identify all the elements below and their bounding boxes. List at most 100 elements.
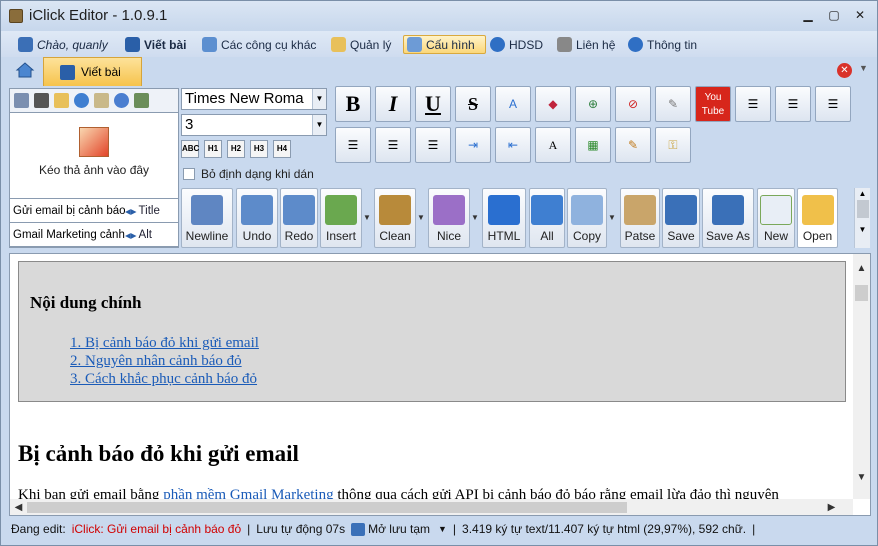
- toolbar-scrollbar[interactable]: ▲ ▼: [854, 188, 870, 248]
- font-color-icon[interactable]: A: [495, 86, 531, 122]
- chevron-down-icon[interactable]: ▼: [470, 188, 480, 248]
- clock-icon[interactable]: [74, 93, 89, 108]
- save-as-button[interactable]: Save As: [702, 188, 754, 248]
- chevron-down-icon[interactable]: ▼: [607, 188, 617, 248]
- paste-plain-checkbox[interactable]: Bỏ định dạng khi dán: [183, 167, 314, 181]
- camera-icon[interactable]: [34, 93, 49, 108]
- underline-button[interactable]: U: [415, 86, 451, 122]
- h4-button[interactable]: H4: [273, 140, 291, 158]
- scroll-thumb[interactable]: [855, 285, 868, 301]
- copy-button[interactable]: Copy: [567, 188, 607, 248]
- bold-button[interactable]: B: [335, 86, 371, 122]
- vertical-scrollbar[interactable]: ▲ ▼: [853, 254, 870, 499]
- toc-item[interactable]: 3. Cách khắc phục cảnh báo đỏ: [70, 370, 259, 388]
- menu-config[interactable]: Cấu hình: [403, 35, 486, 54]
- link-icon[interactable]: ⊕: [575, 86, 611, 122]
- h2-button[interactable]: H2: [227, 140, 245, 158]
- font-size-select[interactable]: 3 ▼: [181, 114, 327, 136]
- image-alt-input[interactable]: Gmail Marketing cảnh: [13, 229, 125, 241]
- chevron-down-icon[interactable]: ▼: [312, 89, 326, 109]
- edit-form-icon[interactable]: ✎: [615, 127, 651, 163]
- menu-viet-bai[interactable]: Viết bài: [122, 35, 189, 54]
- chevron-down-icon[interactable]: ▼: [438, 524, 447, 534]
- strike-button[interactable]: S: [455, 86, 491, 122]
- menu-help[interactable]: HDSD: [487, 35, 546, 54]
- text-size-icon[interactable]: A: [535, 127, 571, 163]
- italic-button[interactable]: I: [375, 86, 411, 122]
- chevron-down-icon[interactable]: ▼: [362, 188, 372, 248]
- chevron-down-icon[interactable]: ▼: [853, 469, 870, 486]
- image-title-input[interactable]: Gửi email bị cảnh báo: [13, 205, 125, 217]
- toc-item[interactable]: 2. Nguyên nhân cảnh báo đỏ: [70, 352, 259, 370]
- align-right-icon[interactable]: ☰: [335, 127, 371, 163]
- title-button[interactable]: ◂▸ Title: [125, 204, 160, 218]
- h3-button[interactable]: H3: [250, 140, 268, 158]
- redo-button[interactable]: Redo: [280, 188, 318, 248]
- newline-button[interactable]: Newline: [181, 188, 233, 248]
- scroll-thumb[interactable]: [27, 502, 627, 513]
- unlink-icon[interactable]: ⊘: [615, 86, 651, 122]
- menu-contact[interactable]: Liên hệ: [554, 35, 618, 54]
- chevron-left-icon[interactable]: ◀: [10, 499, 27, 515]
- status-save-mode[interactable]: Mở lưu tạm: [368, 522, 430, 536]
- html-button[interactable]: HTML: [482, 188, 526, 248]
- font-select[interactable]: Times New Roma ▼: [181, 88, 327, 110]
- undo-button[interactable]: Undo: [236, 188, 278, 248]
- editor[interactable]: Nội dung chính 1. Bị cảnh báo đỏ khi gửi…: [9, 253, 871, 516]
- article-link[interactable]: phần mềm Gmail Marketing: [163, 487, 333, 499]
- menu-tools[interactable]: Các công cụ khác: [199, 35, 319, 54]
- justify-icon[interactable]: ☰: [375, 127, 411, 163]
- fill-color-icon[interactable]: ◆: [535, 86, 571, 122]
- menu-user[interactable]: Chào, quanly: [15, 35, 111, 54]
- chevron-down-icon[interactable]: ▼: [859, 63, 868, 73]
- tab-viet-bai[interactable]: Viết bài: [43, 57, 142, 86]
- image-icon[interactable]: [134, 93, 149, 108]
- outdent-icon[interactable]: ⇤: [495, 127, 531, 163]
- clean-button[interactable]: Clean: [374, 188, 416, 248]
- editor-content[interactable]: Nội dung chính 1. Bị cảnh báo đỏ khi gửi…: [10, 254, 853, 499]
- minimize-icon[interactable]: ▁: [801, 9, 815, 21]
- clipboard-icon[interactable]: [94, 93, 109, 108]
- menu-info[interactable]: Thông tin: [625, 35, 700, 54]
- close-tab-icon[interactable]: ✕: [837, 63, 852, 78]
- select-all-button[interactable]: All: [529, 188, 565, 248]
- chevron-up-icon[interactable]: ▲: [855, 188, 870, 200]
- key-icon[interactable]: ⚿: [655, 127, 691, 163]
- youtube-icon[interactable]: You Tube: [695, 86, 731, 122]
- chevron-down-icon[interactable]: ▼: [855, 218, 870, 242]
- insert-table-icon[interactable]: ▦: [575, 127, 611, 163]
- folder-icon[interactable]: [54, 93, 69, 108]
- unordered-list-icon[interactable]: ☰: [775, 86, 811, 122]
- nice-button[interactable]: Nice: [428, 188, 470, 248]
- image-dropzone[interactable]: Kéo thả ảnh vào đây: [10, 113, 178, 199]
- image-list-icon[interactable]: [14, 93, 29, 108]
- eraser-icon[interactable]: ✎: [655, 86, 691, 122]
- indent-icon[interactable]: ⇥: [455, 127, 491, 163]
- maximize-icon[interactable]: ▢: [827, 9, 841, 21]
- align-center-icon[interactable]: ☰: [415, 127, 451, 163]
- scroll-thumb[interactable]: [856, 200, 869, 218]
- chevron-down-icon[interactable]: ▼: [312, 115, 326, 135]
- chevron-right-icon[interactable]: ▶: [823, 499, 840, 515]
- open-button[interactable]: Open: [797, 188, 838, 248]
- alt-button[interactable]: ◂▸ Alt: [125, 228, 152, 242]
- toc-item[interactable]: 1. Bị cảnh báo đỏ khi gửi email: [70, 334, 259, 352]
- chevron-down-icon[interactable]: ▼: [416, 188, 426, 248]
- paste-button[interactable]: Patse: [620, 188, 660, 248]
- ordered-list-icon[interactable]: ☰: [735, 86, 771, 122]
- paragraph-icon[interactable]: ☰: [815, 86, 851, 122]
- new-button[interactable]: New: [757, 188, 795, 248]
- abc-button[interactable]: ABC: [181, 140, 199, 158]
- close-icon[interactable]: ✕: [853, 9, 867, 21]
- horizontal-scrollbar[interactable]: ◀ ▶: [10, 499, 853, 515]
- menu-manage[interactable]: Quản lý: [328, 35, 394, 54]
- insert-button[interactable]: Insert: [320, 188, 362, 248]
- status-autosave: Lưu tự động 07s: [256, 522, 346, 536]
- home-icon[interactable]: [15, 61, 35, 79]
- save-icon[interactable]: [351, 522, 366, 536]
- google-icon[interactable]: [114, 93, 129, 108]
- chevron-up-icon[interactable]: ▲: [853, 260, 870, 277]
- checkbox[interactable]: [183, 168, 195, 180]
- save-button[interactable]: Save: [662, 188, 700, 248]
- h1-button[interactable]: H1: [204, 140, 222, 158]
